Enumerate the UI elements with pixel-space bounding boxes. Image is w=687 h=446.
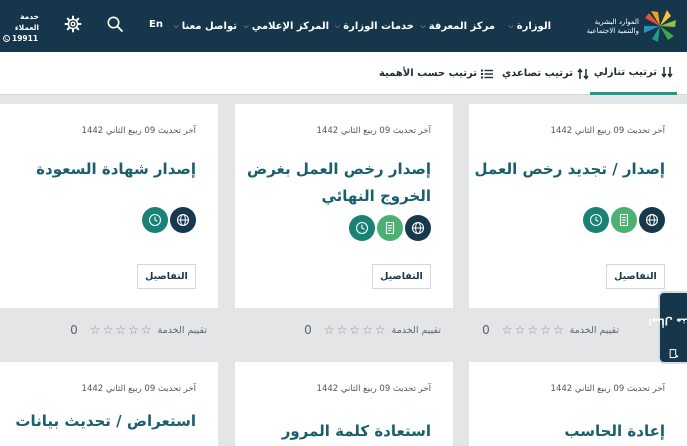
card-title[interactable]: إصدار رخص العمل بغرض الخروج النهائي xyxy=(247,156,431,210)
chevron-down-icon: ⌵ xyxy=(334,21,341,30)
card-channel-icons xyxy=(349,215,431,241)
service-rating: تقييم الخدمة ☆ ☆ ☆ ☆ ☆ 0 xyxy=(482,322,619,338)
star-icon[interactable]: ☆ xyxy=(362,324,373,336)
star-icon[interactable]: ☆ xyxy=(515,324,526,336)
chevron-down-icon: ⌵ xyxy=(508,21,514,30)
chevron-down-icon: ⌵ xyxy=(420,21,426,30)
clock-icon xyxy=(142,207,168,233)
card-update-date: آخر تحديث 09 ربيع الثاني 1442 xyxy=(81,126,196,136)
star-icon[interactable]: ☆ xyxy=(349,324,360,336)
star-icon[interactable]: ☆ xyxy=(502,324,513,336)
nav-item-ministry[interactable]: الوزارة ⌵ xyxy=(508,0,551,52)
card-title[interactable]: إصدار شهادة السعودة xyxy=(36,156,196,183)
chat-bubble-icon xyxy=(669,349,679,359)
ministry-emblem-icon xyxy=(644,10,676,42)
sort-ascending-icon xyxy=(577,67,589,80)
star-icon[interactable]: ☆ xyxy=(337,324,348,336)
globe-icon xyxy=(639,207,665,233)
clock-icon xyxy=(349,215,375,241)
nav-item-knowledge-center[interactable]: مركز المعرفة ⌵ xyxy=(420,0,495,52)
star-icon[interactable]: ☆ xyxy=(141,324,152,336)
card-update-date: آخر تحديث 09 ربيع الثاني 1442 xyxy=(550,384,665,394)
star-icon[interactable]: ☆ xyxy=(553,324,564,336)
sort-descending-tab[interactable]: ترتيب تنازلي xyxy=(589,52,677,95)
card-update-date: آخر تحديث 09 ربيع الثاني 1442 xyxy=(316,126,431,136)
rating-label: تقييم الخدمة xyxy=(157,324,207,336)
chevron-down-icon: ⌵ xyxy=(173,21,179,30)
rating-label: تقييم الخدمة xyxy=(391,324,441,336)
service-card[interactable]: آخر تحديث 09 ربيع الثاني 1442 إعادة الحا… xyxy=(469,362,687,446)
card-update-date: آخر تحديث 09 ربيع الثاني 1442 xyxy=(81,384,196,394)
star-icon[interactable]: ☆ xyxy=(540,324,551,336)
star-icon[interactable]: ☆ xyxy=(103,324,114,336)
rating-score: 0 xyxy=(482,323,490,337)
top-navigation-bar: الموارد البشرية والتنمية الاجتماعية الوز… xyxy=(0,0,687,52)
customer-care-phone: 19911 xyxy=(3,33,39,44)
service-rating: تقييم الخدمة ☆ ☆ ☆ ☆ ☆ 0 xyxy=(304,322,441,338)
nav-item-ministry-services[interactable]: خدمات الوزارة ⌵ xyxy=(335,0,414,52)
chevron-down-icon: ⌵ xyxy=(243,21,249,30)
sort-by-importance-tab[interactable]: ترتيب حسب الأهمية xyxy=(379,52,493,95)
card-channel-icons xyxy=(583,207,665,233)
rating-stars[interactable]: ☆ ☆ ☆ ☆ ☆ xyxy=(324,324,386,336)
rating-score: 0 xyxy=(304,323,312,337)
clock-icon xyxy=(583,207,609,233)
language-switch[interactable]: En xyxy=(149,19,163,30)
star-icon[interactable]: ☆ xyxy=(527,324,538,336)
nav-item-contact-us[interactable]: تواصل معنا ⌵ xyxy=(173,0,237,52)
search-icon[interactable] xyxy=(106,15,124,33)
sort-ascending-tab[interactable]: ترتيب تصاعدي xyxy=(502,52,589,95)
service-card[interactable]: آخر تحديث 09 ربيع الثاني 1442 إصدار / تج… xyxy=(469,104,687,308)
service-card[interactable]: آخر تحديث 09 ربيع الثاني 1442 استعراض / … xyxy=(0,362,218,446)
document-icon xyxy=(377,215,403,241)
phone-icon xyxy=(3,35,10,42)
card-update-date: آخر تحديث 09 ربيع الثاني 1442 xyxy=(550,126,665,136)
card-channel-icons xyxy=(142,207,196,233)
service-rating: تقييم الخدمة ☆ ☆ ☆ ☆ ☆ 0 xyxy=(70,322,207,338)
star-icon[interactable]: ☆ xyxy=(128,324,139,336)
star-icon[interactable]: ☆ xyxy=(115,324,126,336)
list-icon xyxy=(481,69,493,78)
card-title[interactable]: استعراض / تحديث بيانات xyxy=(15,408,196,435)
ministry-logo[interactable]: الموارد البشرية والتنمية الاجتماعية xyxy=(567,8,679,44)
globe-icon xyxy=(405,215,431,241)
star-icon[interactable]: ☆ xyxy=(90,324,101,336)
globe-icon xyxy=(170,207,196,233)
customer-care[interactable]: خدمة العملاء 19911 xyxy=(3,11,39,44)
card-title[interactable]: إعادة الحاسب xyxy=(564,418,665,445)
rating-label: تقييم الخدمة xyxy=(569,324,619,336)
service-card[interactable]: آخر تحديث 09 ربيع الثاني 1442 إصدار رخص … xyxy=(235,104,453,308)
card-title[interactable]: إصدار / تجديد رخص العمل xyxy=(475,156,665,183)
star-icon[interactable]: ☆ xyxy=(324,324,335,336)
service-card[interactable]: آخر تحديث 09 ربيع الثاني 1442 استعادة كل… xyxy=(235,362,453,446)
star-icon[interactable]: ☆ xyxy=(375,324,386,336)
card-update-date: آخر تحديث 09 ربيع الثاني 1442 xyxy=(316,384,431,394)
sort-toolbar: ترتيب تنازلي ترتيب تصاعدي ترتيب حسب الأه… xyxy=(0,52,687,95)
document-icon xyxy=(611,207,637,233)
logo-text: الموارد البشرية والتنمية الاجتماعية xyxy=(586,18,639,35)
details-button[interactable]: التفاصيل xyxy=(137,264,196,289)
gear-icon[interactable] xyxy=(64,15,82,33)
card-title[interactable]: استعادة كلمة المرور xyxy=(282,418,431,445)
rating-score: 0 xyxy=(70,323,78,337)
rating-stars[interactable]: ☆ ☆ ☆ ☆ ☆ xyxy=(502,324,564,336)
details-button[interactable]: التفاصيل xyxy=(606,264,665,289)
service-card[interactable]: آخر تحديث 09 ربيع الثاني 1442 إصدار شهاد… xyxy=(0,104,218,308)
sort-descending-icon xyxy=(661,67,673,78)
nav-item-media-center[interactable]: المركز الإعلامي ⌵ xyxy=(243,0,329,52)
rating-stars[interactable]: ☆ ☆ ☆ ☆ ☆ xyxy=(90,324,152,336)
ask-question-tab[interactable]: اسأل مثال xyxy=(649,291,687,364)
details-button[interactable]: التفاصيل xyxy=(372,264,431,289)
